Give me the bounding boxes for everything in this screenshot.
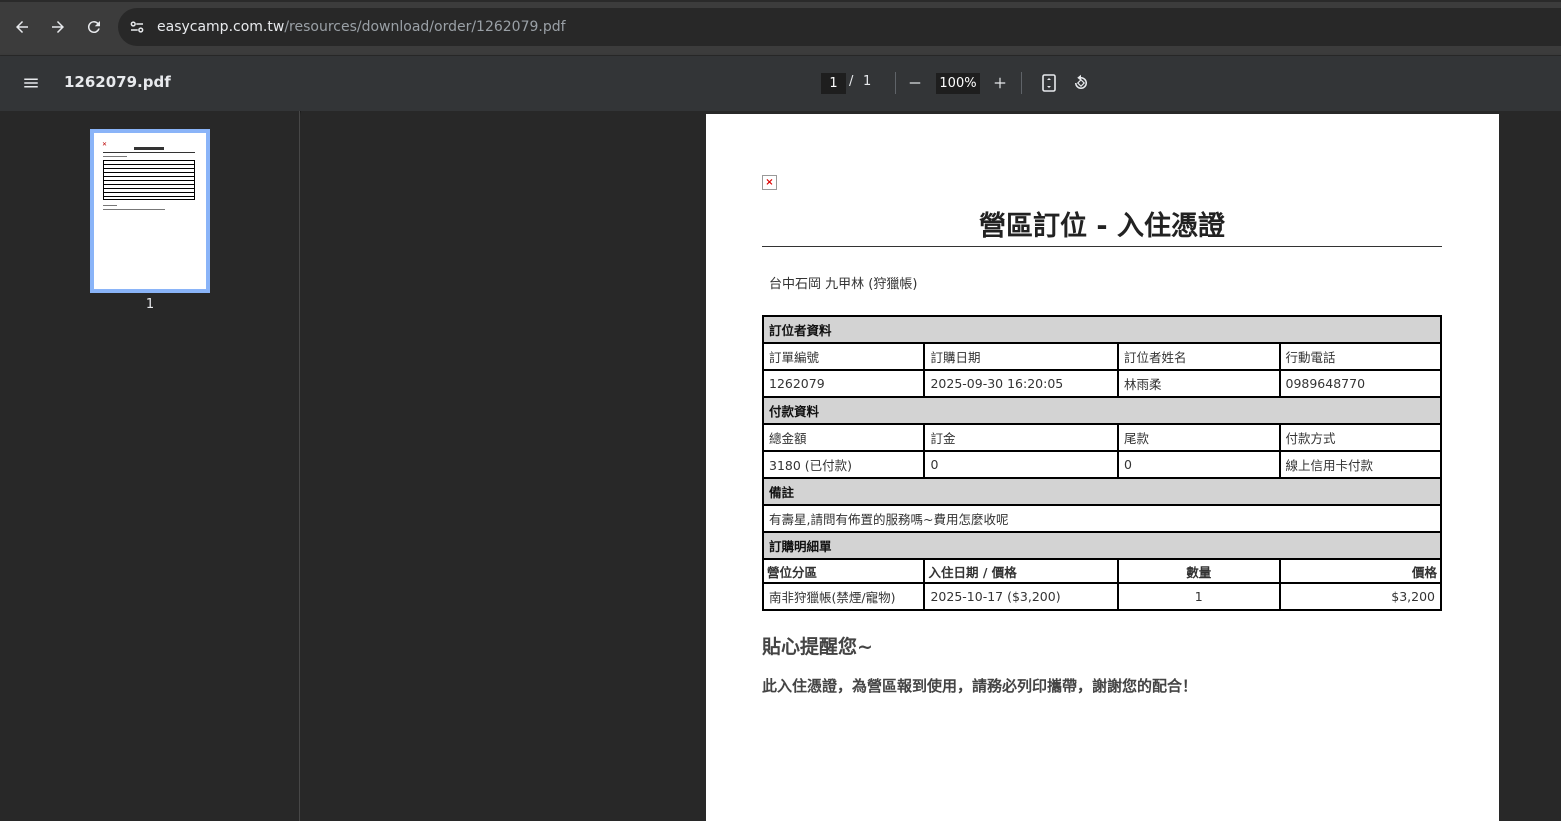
zoom-in-button[interactable]	[986, 69, 1014, 97]
table-cell: 0	[923, 450, 1120, 479]
thumbnail-table-mark	[103, 160, 195, 200]
pdf-filename: 1262079.pdf	[64, 73, 171, 91]
table-cell: 線上信用卡付款	[1278, 450, 1442, 479]
rotate-counterclockwise-icon	[1075, 74, 1087, 89]
notes-cell: 有壽星,請問有佈置的服務嗎~費用怎麼收呢	[762, 504, 1442, 533]
table-cell: 0	[1117, 450, 1281, 479]
url-path: /resources/download/order/1262079.pdf	[284, 19, 566, 35]
plus-icon	[994, 77, 1006, 89]
table-cell: 總金額	[761, 423, 926, 452]
table-cell: 付款方式	[1278, 423, 1442, 452]
table-row: 有壽星,請問有佈置的服務嗎~費用怎麼收呢	[762, 504, 1442, 533]
broken-image-icon: ×	[762, 175, 777, 190]
section-row: 訂位者資料	[762, 315, 1442, 344]
address-bar[interactable]: easycamp.com.tw/resources/download/order…	[118, 8, 1561, 46]
minus-icon	[909, 82, 921, 84]
thumbnail-rule-mark	[103, 152, 195, 153]
toolbar-divider	[1021, 72, 1022, 94]
reminder-heading: 貼心提醒您~	[762, 636, 873, 658]
url-text[interactable]: easycamp.com.tw/resources/download/order…	[157, 18, 566, 36]
column-header: 營位分區	[761, 558, 926, 584]
zoom-level-input[interactable]	[936, 73, 980, 94]
site-settings-icon[interactable]	[128, 18, 146, 36]
column-header: 數量	[1117, 558, 1281, 584]
page-separator: /	[849, 74, 854, 89]
table-row: 總金額 訂金 尾款 付款方式	[761, 423, 1442, 452]
table-row: 訂單編號 訂購日期 訂位者姓名 行動電話	[761, 342, 1442, 371]
zoom-out-button[interactable]	[901, 69, 929, 97]
rotate-button[interactable]	[1067, 69, 1095, 97]
table-row: 南非狩獵帳(禁煙/寵物) 2025-10-17 ($3,200) 1 $3,20…	[761, 582, 1442, 611]
thumbnail-sidebar: ✕ 1	[0, 111, 300, 821]
section-row: 付款資料	[762, 396, 1442, 425]
thumbnail-text-mark	[103, 209, 165, 210]
payment-section-header: 付款資料	[762, 396, 1442, 425]
reminder-text: 此入住憑證，為營區報到使用，請務必列印攜帶，謝謝您的配合！	[762, 677, 1198, 695]
url-host: easycamp.com.tw	[157, 19, 285, 35]
table-cell: 1262079	[761, 369, 926, 398]
column-header: 入住日期 / 價格	[923, 558, 1120, 584]
table-cell: 0989648770	[1278, 369, 1442, 398]
reload-button[interactable]	[79, 12, 109, 42]
toolbar-divider	[895, 72, 896, 94]
detail-section-header: 訂購明細單	[762, 531, 1442, 560]
table-cell: 行動電話	[1278, 342, 1442, 371]
table-row: 3180 (已付款) 0 0 線上信用卡付款	[761, 450, 1442, 479]
table-cell: 林雨柔	[1117, 369, 1281, 398]
table-cell: $3,200	[1278, 582, 1442, 611]
table-cell: 訂單編號	[761, 342, 926, 371]
table-header-row: 營位分區 入住日期 / 價格 數量 價格	[761, 558, 1442, 584]
table-cell: 1	[1117, 582, 1281, 611]
forward-button[interactable]	[43, 12, 73, 42]
table-cell: 南非狩獵帳(禁煙/寵物)	[761, 582, 926, 611]
section-row: 備註	[762, 477, 1442, 506]
table-cell: 訂位者姓名	[1117, 342, 1281, 371]
pdf-page: × 營區訂位 - 入住憑證 台中石岡 九甲林 (狩獵帳) 訂位者資料 訂單編號 …	[706, 114, 1499, 821]
notes-section-header: 備註	[762, 477, 1442, 506]
arrow-right-icon	[52, 21, 64, 33]
hamburger-menu-icon	[24, 78, 38, 88]
table-cell: 訂購日期	[923, 342, 1120, 371]
table-cell: 2025-09-30 16:20:05	[923, 369, 1120, 398]
table-cell: 2025-10-17 ($3,200)	[923, 582, 1120, 611]
order-table: 訂位者資料 訂單編號 訂購日期 訂位者姓名 行動電話 1262079 2025-…	[761, 315, 1442, 611]
section-row: 訂購明細單	[762, 531, 1442, 560]
sidebar-menu-button[interactable]	[16, 68, 46, 98]
broken-image-icon: ✕	[102, 141, 108, 148]
reload-icon	[87, 21, 100, 34]
table-cell: 訂金	[923, 423, 1120, 452]
thumbnail-text-mark	[103, 156, 127, 157]
thumbnail-page-number: 1	[145, 297, 155, 312]
fit-to-page-button[interactable]	[1035, 69, 1063, 97]
column-header: 價格	[1278, 558, 1442, 584]
table-cell: 3180 (已付款)	[761, 450, 926, 479]
table-cell: 尾款	[1117, 423, 1281, 452]
document-viewer[interactable]: × 營區訂位 - 入住憑證 台中石岡 九甲林 (狩獵帳) 訂位者資料 訂單編號 …	[301, 111, 1561, 821]
total-pages: 1	[863, 74, 872, 89]
thumbnail-title-mark	[134, 147, 164, 150]
tab-strip-edge	[0, 0, 1561, 2]
document-title: 營區訂位 - 入住憑證	[762, 207, 1442, 247]
back-button[interactable]	[7, 12, 37, 42]
page-number-input[interactable]	[821, 73, 846, 94]
campsite-name: 台中石岡 九甲林 (狩獵帳)	[769, 277, 918, 292]
fit-page-icon	[1042, 74, 1056, 92]
booker-section-header: 訂位者資料	[762, 315, 1442, 344]
arrow-left-icon	[16, 21, 28, 33]
pdf-toolbar: 1262079.pdf / 1	[0, 56, 1561, 111]
thumbnail-text-mark	[103, 205, 117, 206]
browser-toolbar: easycamp.com.tw/resources/download/order…	[0, 0, 1561, 56]
table-row: 1262079 2025-09-30 16:20:05 林雨柔 09896487…	[761, 369, 1442, 398]
page-thumbnail[interactable]: ✕	[90, 129, 210, 293]
